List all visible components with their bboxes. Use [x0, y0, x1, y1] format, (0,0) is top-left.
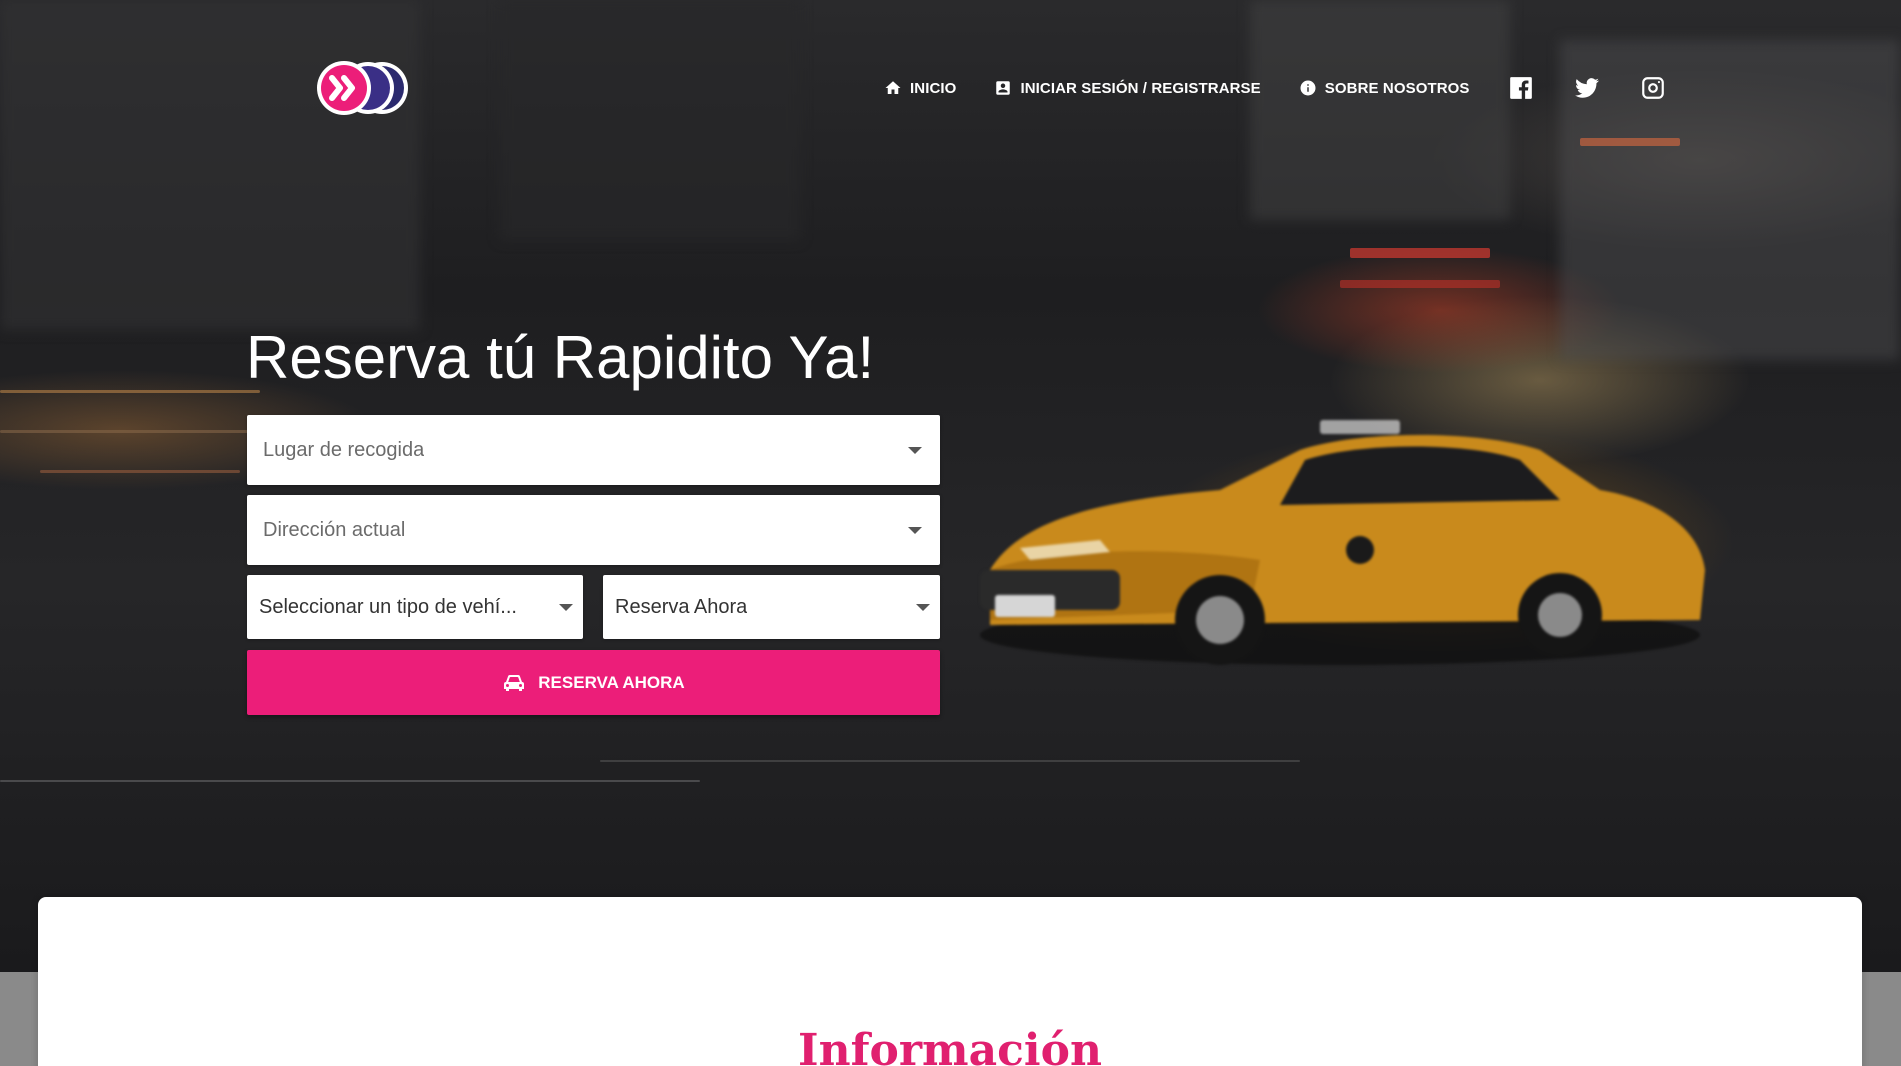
nav-item-label: INICIO — [910, 79, 957, 97]
social-links — [1508, 75, 1666, 101]
hero-title: Reserva tú Rapidito Ya! — [246, 324, 875, 391]
main-nav: INICIO INICIAR SESIÓN / REGISTRARSE SOBR… — [884, 76, 1666, 100]
instagram-link[interactable] — [1640, 75, 1666, 101]
nav-item-label: INICIAR SESIÓN / REGISTRARSE — [1020, 79, 1261, 97]
chevron-down-icon — [908, 527, 922, 534]
book-now-button[interactable]: RESERVA AHORA — [247, 650, 940, 715]
book-now-label: RESERVA AHORA — [538, 672, 685, 692]
pickup-location-placeholder: Lugar de recogida — [263, 438, 425, 461]
taxi-image — [980, 420, 1705, 665]
pickup-location-select[interactable]: Lugar de recogida — [247, 415, 940, 485]
vehicle-type-select[interactable]: Seleccionar un tipo de vehí... — [247, 575, 583, 639]
page: INICIO INICIAR SESIÓN / REGISTRARSE SOBR… — [0, 0, 1901, 1066]
info-icon — [1300, 80, 1316, 96]
chevron-down-icon — [908, 447, 922, 454]
booking-time-value: Reserva Ahora — [615, 595, 748, 618]
twitter-icon — [1574, 78, 1599, 98]
light-streak — [1340, 280, 1500, 288]
background-building — [1250, 0, 1510, 220]
chevron-down-icon — [916, 604, 930, 611]
nav-item-login-register[interactable]: INICIAR SESIÓN / REGISTRARSE — [994, 79, 1261, 97]
current-address-select[interactable]: Dirección actual — [247, 495, 940, 565]
twitter-link[interactable] — [1574, 75, 1600, 101]
light-streak — [600, 760, 1300, 762]
chevron-down-icon — [559, 604, 573, 611]
light-streak — [40, 470, 240, 473]
account-box-icon — [996, 81, 1011, 95]
booking-time-select[interactable]: Reserva Ahora — [603, 575, 940, 639]
home-icon — [885, 81, 901, 94]
brand-logo[interactable] — [316, 60, 412, 116]
light-streak — [1350, 248, 1490, 258]
nav-item-label: SOBRE NOSOTROS — [1324, 79, 1470, 97]
facebook-link[interactable] — [1508, 75, 1534, 101]
hero-background — [0, 0, 1901, 972]
nav-item-about[interactable]: SOBRE NOSOTROS — [1299, 79, 1470, 97]
car-icon — [504, 674, 525, 691]
nav-item-inicio[interactable]: INICIO — [884, 79, 956, 97]
info-title: Información — [798, 1025, 1102, 1066]
light-streak — [0, 780, 700, 782]
instagram-icon — [1641, 77, 1664, 99]
info-card: Información — [38, 897, 1862, 1066]
light-streak — [0, 390, 260, 393]
light-streak — [1580, 138, 1680, 146]
background-building — [500, 0, 800, 240]
vehicle-type-value: Seleccionar un tipo de vehí... — [259, 595, 517, 618]
current-address-placeholder: Dirección actual — [263, 518, 406, 541]
facebook-icon — [1509, 77, 1532, 99]
background-building — [0, 0, 420, 330]
